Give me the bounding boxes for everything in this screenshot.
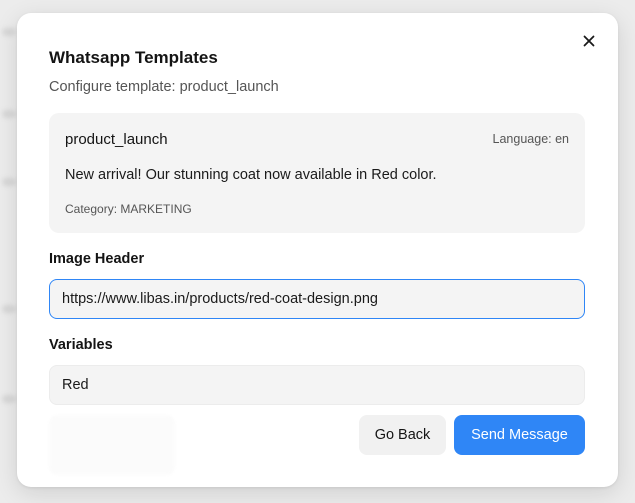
template-category: Category: MARKETING — [65, 202, 192, 216]
variable-input[interactable]: Red — [49, 365, 585, 405]
dialog-title: Whatsapp Templates — [49, 48, 218, 67]
variables-label: Variables — [49, 337, 113, 353]
template-body: New arrival! Our stunning coat now avail… — [65, 167, 437, 183]
template-language: Language: en — [492, 132, 569, 146]
backdrop-text — [2, 28, 16, 36]
dialog-subtitle: Configure template: product_launch — [49, 79, 279, 95]
backdrop-text — [2, 110, 16, 118]
whatsapp-templates-dialog: Whatsapp Templates Configure template: p… — [17, 13, 618, 487]
close-icon — [583, 35, 595, 47]
template-name: product_launch — [65, 131, 168, 148]
backdrop-text — [2, 305, 16, 313]
send-message-button[interactable]: Send Message — [454, 415, 585, 455]
image-header-input[interactable]: https://www.libas.in/products/red-coat-d… — [49, 279, 585, 319]
image-header-label: Image Header — [49, 251, 145, 267]
go-back-button[interactable]: Go Back — [359, 415, 446, 455]
close-button[interactable] — [578, 30, 600, 52]
template-preview-card: product_launch Language: en New arrival!… — [49, 113, 585, 233]
backdrop-text — [2, 178, 16, 186]
background-ghost-panel — [49, 415, 175, 475]
backdrop-text — [2, 395, 16, 403]
